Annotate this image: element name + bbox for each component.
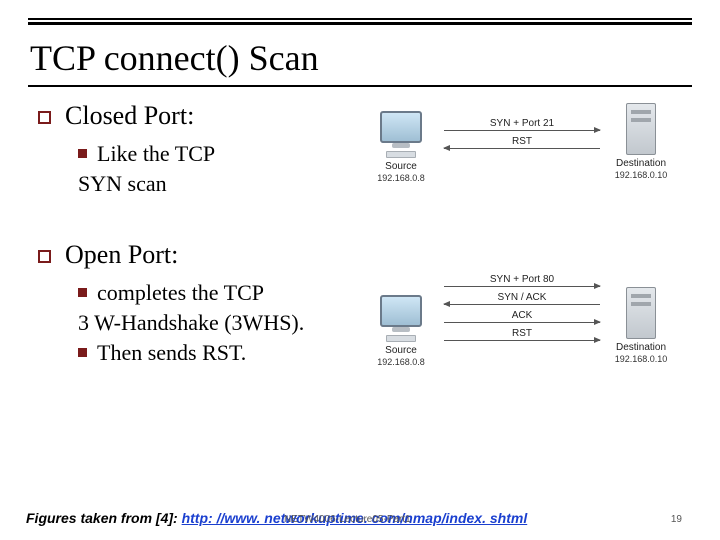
server-icon	[626, 103, 656, 155]
footer-overprint: NETW4006-Lecture05-Part1	[284, 514, 411, 525]
arrow-label: SYN / ACK	[444, 292, 600, 303]
arrow-row: RST	[444, 329, 600, 345]
bullet-text: Then sends RST.	[97, 338, 246, 368]
host-ip: 192.168.0.8	[366, 357, 436, 367]
diagram-open-port: Source 192.168.0.8 Destination 192.168.0…	[366, 269, 676, 399]
arrow-row: SYN / ACK	[444, 293, 600, 309]
bullet-open-icon	[38, 111, 51, 124]
arrow-row: RST	[444, 137, 600, 153]
host-label: Destination	[606, 158, 676, 170]
bullet-text: completes the TCP	[97, 278, 264, 308]
host-ip: 192.168.0.8	[366, 173, 436, 183]
computer-icon	[380, 111, 422, 143]
host-ip: 192.168.0.10	[606, 170, 676, 180]
arrow-label: RST	[444, 328, 600, 339]
bullet-continuation: SYN scan	[78, 169, 358, 199]
server-icon	[626, 287, 656, 339]
slide-title: TCP connect() Scan	[30, 37, 690, 79]
section-heading: Open Port:	[65, 240, 178, 270]
host-label: Source	[366, 161, 436, 173]
arrow-row: ACK	[444, 311, 600, 327]
arrow-label: SYN + Port 80	[444, 274, 600, 285]
arrow-row: SYN + Port 80	[444, 275, 600, 291]
section-closed-port: Closed Port: Like the TCP SYN scan	[38, 101, 358, 198]
bullet-filled-icon	[78, 149, 87, 158]
host-label: Destination	[606, 342, 676, 354]
diagram-closed-port: Source 192.168.0.8 Destination 192.168.0…	[366, 101, 676, 211]
bullet-text: Like the TCP	[97, 139, 215, 169]
bullet-filled-icon	[78, 348, 87, 357]
bullet-continuation: 3 W-Handshake (3WHS).	[78, 308, 358, 338]
footer-prefix: Figures taken from [4]:	[26, 510, 182, 526]
section-open-port: Open Port: completes the TCP 3 W-Handsha…	[38, 240, 358, 367]
host-ip: 192.168.0.10	[606, 354, 676, 364]
footer-citation: Figures taken from [4]: http: //www. net…	[26, 510, 527, 526]
section-heading: Closed Port:	[65, 101, 194, 131]
bullet-open-icon	[38, 250, 51, 263]
arrow-label: ACK	[444, 310, 600, 321]
computer-icon	[380, 295, 422, 327]
page-number: 19	[671, 514, 682, 525]
host-label: Source	[366, 345, 436, 357]
bullet-filled-icon	[78, 288, 87, 297]
arrow-label: RST	[444, 136, 600, 147]
arrow-label: SYN + Port 21	[444, 118, 600, 129]
arrow-row: SYN + Port 21	[444, 119, 600, 135]
